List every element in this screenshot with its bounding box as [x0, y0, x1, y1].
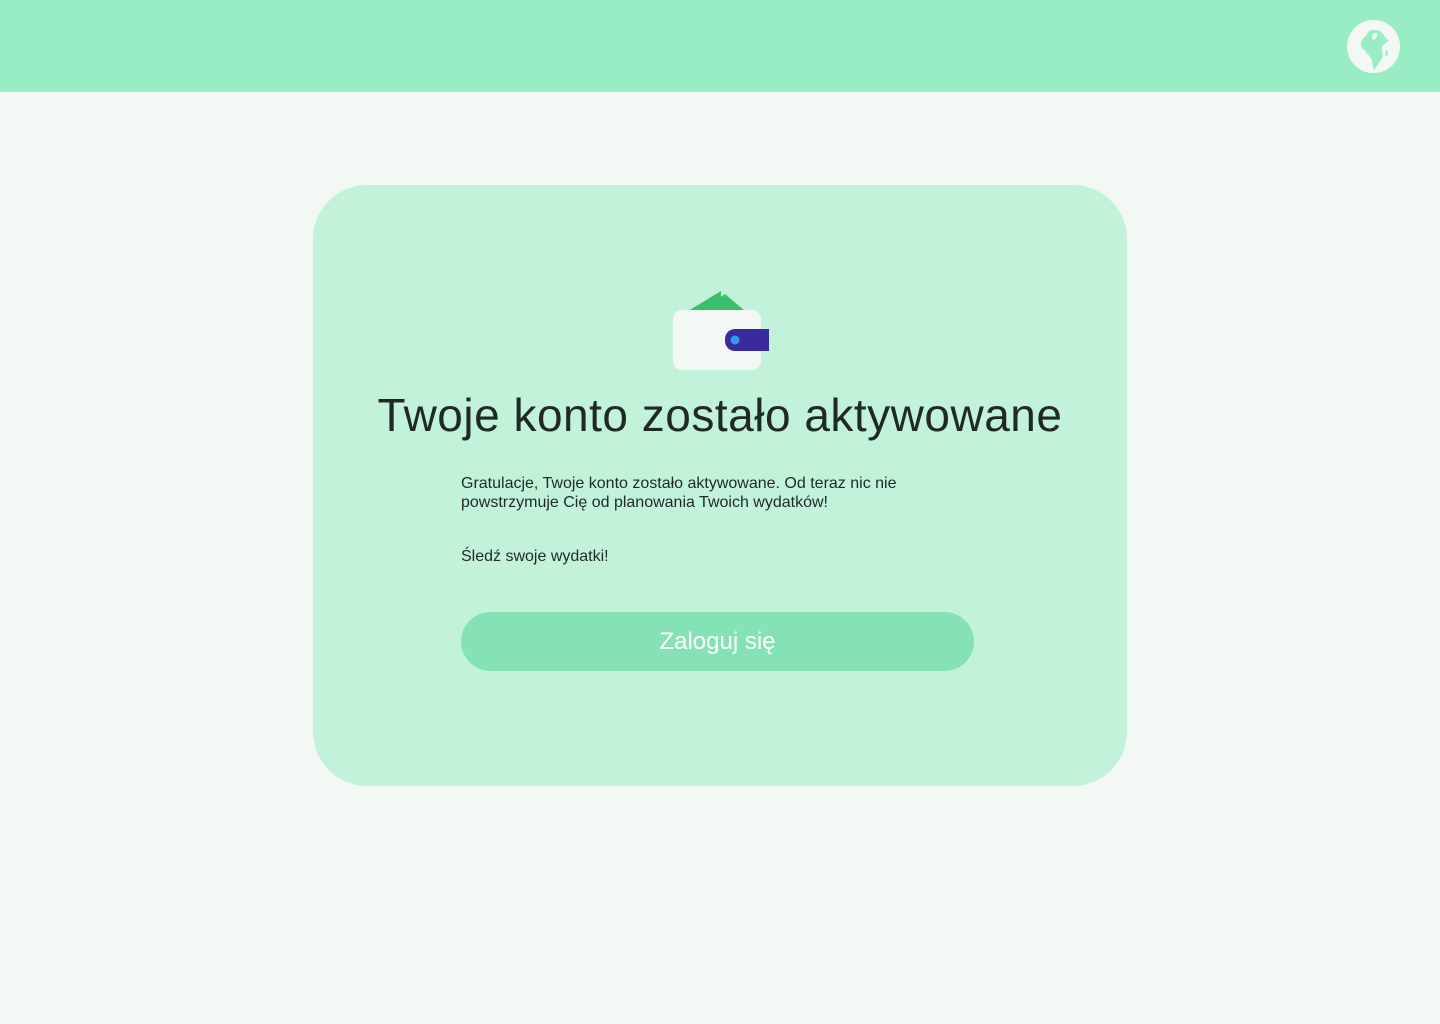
page-title: Twoje konto zostało aktywowane	[377, 389, 1063, 441]
top-bar	[0, 0, 1440, 92]
language-button[interactable]	[1347, 20, 1400, 73]
login-button[interactable]: Zaloguj się	[461, 612, 974, 671]
activation-card: Twoje konto zostało aktywowane Gratulacj…	[313, 185, 1127, 786]
globe-icon	[1347, 20, 1400, 73]
tagline-text: Śledź swoje wydatki!	[461, 548, 609, 565]
wallet-icon	[673, 291, 769, 370]
activation-message: Gratulacje, Twoje konto zostało aktywowa…	[461, 475, 897, 511]
